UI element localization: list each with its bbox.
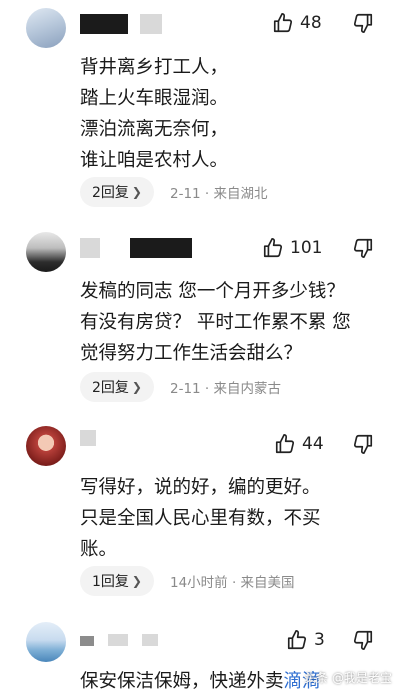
- reply-button[interactable]: 2回复 ❯: [80, 372, 154, 402]
- comment-text: 写得好，说的好，编的更好。 只是全国人民心里有数，不买 账。: [80, 477, 321, 560]
- chevron-right-icon: ❯: [131, 574, 142, 588]
- thumbs-down-icon[interactable]: [352, 433, 374, 455]
- username-redacted: [108, 634, 128, 646]
- avatar[interactable]: [26, 8, 66, 48]
- username-redacted: [80, 238, 100, 258]
- comment-time-location: 2-11 · 来自内蒙古: [169, 381, 282, 397]
- username-redacted: [142, 634, 158, 646]
- chevron-right-icon: ❯: [131, 380, 142, 394]
- avatar[interactable]: [26, 426, 66, 466]
- comment-meta: 2回复 ❯ 2-11 · 来自湖北: [80, 177, 268, 207]
- like-button[interactable]: 48: [272, 11, 322, 35]
- like-count: 48: [300, 13, 322, 33]
- reply-label: 2回复: [92, 185, 129, 201]
- username-redacted: [140, 14, 162, 34]
- comment-item: 48 背井离乡打工人， 踏上火车眼湿润。 漂泊流离无奈何， 谁让咱是农村人。 2…: [0, 0, 400, 220]
- comment-text: 发稿的同志 您一个月开多少钱？ 有没有房贷？ 平时工作累不累 您 觉得努力工作生…: [80, 281, 351, 364]
- reply-label: 1回复: [92, 574, 129, 590]
- comment-time-location: 2-11 · 来自湖北: [169, 186, 268, 202]
- like-button[interactable]: 44: [274, 432, 324, 456]
- comment-location: 来自美国: [240, 575, 295, 591]
- thumbs-down-icon[interactable]: [352, 12, 374, 34]
- reply-button[interactable]: 1回复 ❯: [80, 566, 154, 596]
- thumbs-up-icon: [273, 13, 293, 33]
- watermark: 头条 @我是老宝: [304, 671, 392, 685]
- thumbs-up-icon: [287, 630, 307, 650]
- like-count: 101: [290, 238, 323, 258]
- like-button[interactable]: 3: [286, 628, 325, 652]
- comment-text: 背井离乡打工人， 踏上火车眼湿润。 漂泊流离无奈何， 谁让咱是农村人。: [80, 57, 229, 171]
- username-redacted[interactable]: [80, 636, 94, 646]
- comment-time: 14小时前: [169, 575, 228, 591]
- like-count: 44: [302, 434, 324, 454]
- username-redacted[interactable]: [130, 238, 192, 258]
- like-button[interactable]: 101: [262, 236, 322, 260]
- thumbs-up-icon: [263, 238, 283, 258]
- like-count: 3: [314, 630, 325, 650]
- comment-time: 2-11: [169, 381, 201, 397]
- avatar[interactable]: [26, 232, 66, 272]
- thumbs-down-icon[interactable]: [352, 629, 374, 651]
- comment-location: 来自内蒙古: [213, 381, 282, 397]
- comment-meta: 2回复 ❯ 2-11 · 来自内蒙古: [80, 372, 281, 402]
- avatar[interactable]: [26, 622, 66, 662]
- reply-label: 2回复: [92, 380, 129, 396]
- chevron-right-icon: ❯: [131, 185, 142, 199]
- comment-location: 来自湖北: [213, 186, 268, 202]
- comment-time: 2-11: [169, 186, 201, 202]
- reply-button[interactable]: 2回复 ❯: [80, 177, 154, 207]
- username-redacted[interactable]: [80, 430, 96, 446]
- username-redacted[interactable]: [80, 14, 128, 34]
- comment-time-location: 14小时前 · 来自美国: [169, 575, 295, 591]
- comment-text-start: 保安保洁保姆，快递外卖: [80, 671, 284, 692]
- comment-meta: 1回复 ❯ 14小时前 · 来自美国: [80, 566, 295, 596]
- thumbs-up-icon: [275, 434, 295, 454]
- thumbs-down-icon[interactable]: [352, 237, 374, 259]
